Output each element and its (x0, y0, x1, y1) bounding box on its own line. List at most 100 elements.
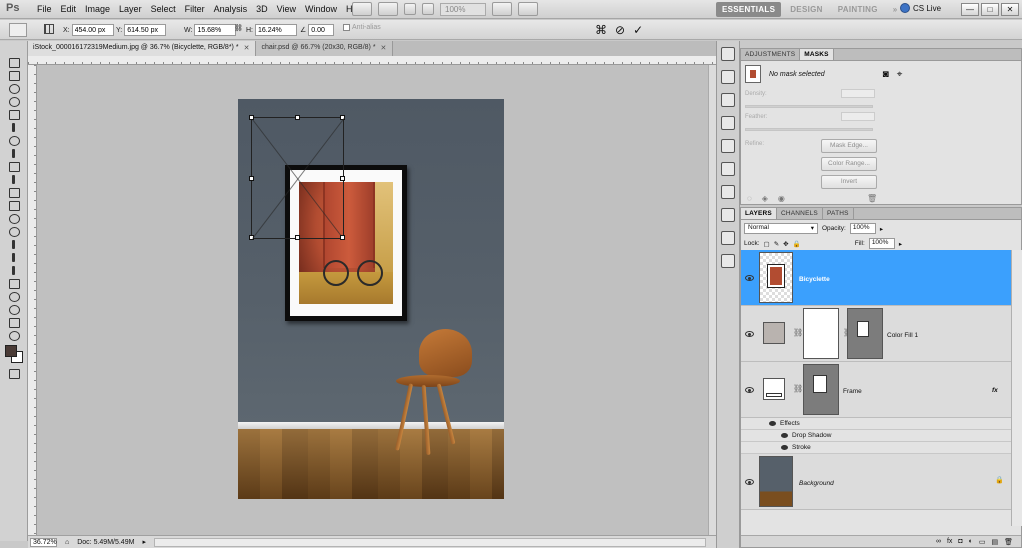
visibility-eye-icon[interactable] (745, 479, 754, 485)
zoom-level-field[interactable]: 100% (440, 2, 486, 16)
menu-edit[interactable]: Edit (57, 0, 82, 19)
mask-edge-button[interactable]: Mask Edge... (821, 139, 877, 153)
layer-fx-badge[interactable]: fx (992, 387, 998, 394)
move-icon[interactable] (7, 56, 21, 68)
screen-mode-icon[interactable] (518, 2, 538, 16)
history-brush-icon[interactable] (7, 173, 21, 185)
invert-button[interactable]: Invert (821, 175, 877, 189)
horizontal-ruler[interactable] (28, 56, 716, 65)
view-extras-icon[interactable] (378, 2, 398, 16)
feather-value[interactable] (841, 112, 875, 121)
hand-tool-icon[interactable] (404, 3, 416, 15)
layer-name[interactable]: Frame (843, 388, 862, 395)
transform-handle[interactable] (340, 176, 345, 181)
3d-orbit-icon[interactable] (7, 303, 21, 315)
tab-paths[interactable]: PATHS (823, 208, 854, 219)
cancel-transform-button[interactable]: ⊘ (615, 23, 625, 37)
menu-select[interactable]: Select (147, 0, 181, 19)
effect-eye-icon[interactable] (769, 421, 776, 426)
status-arrow-icon[interactable]: ▸ (142, 538, 146, 546)
layer-color-fill[interactable]: ⛓ ⛓ Color Fill 1 (741, 306, 1011, 362)
doc-tab-chair[interactable]: chair.psd @ 66.7% (20x30, RGB/8) * ✕ (256, 41, 394, 56)
status-zoom-field[interactable]: 36.72% (30, 537, 57, 547)
warp-icon[interactable]: ⌘ (595, 23, 607, 37)
stroke-row[interactable]: Stroke (741, 442, 1011, 454)
tab-channels[interactable]: CHANNELS (777, 208, 823, 219)
blend-mode-select[interactable]: Normal ▾ (744, 223, 818, 234)
launch-bridge-icon[interactable] (352, 2, 372, 16)
status-info-icon[interactable]: ⌂ (65, 539, 69, 546)
3d-rotate-icon[interactable] (7, 290, 21, 302)
apply-mask-icon[interactable]: ◈ (762, 194, 768, 203)
clone-source-panel-icon[interactable] (721, 208, 735, 222)
angle-input[interactable] (308, 24, 335, 36)
add-style-icon[interactable]: fx (947, 538, 952, 545)
tab-adjustments[interactable]: ADJUSTMENTS (741, 49, 801, 60)
menu-image[interactable]: Image (81, 0, 115, 19)
color-range-button[interactable]: Color Range... (821, 157, 877, 171)
clone-stamp-icon[interactable] (7, 160, 21, 172)
transform-handle[interactable] (340, 235, 345, 240)
workspace-essentials[interactable]: ESSENTIALS (716, 2, 782, 17)
menu-view[interactable]: View (273, 0, 301, 19)
vertical-ruler[interactable] (28, 65, 37, 535)
add-mask-icon[interactable]: ◘ (958, 538, 962, 545)
layer-name[interactable]: Color Fill 1 (887, 332, 918, 339)
path-select-icon[interactable] (7, 264, 21, 276)
rectangle-icon[interactable] (7, 277, 21, 289)
lasso-icon[interactable] (7, 82, 21, 94)
reference-point-icon[interactable] (44, 24, 54, 34)
minimize-button[interactable]: — (961, 3, 979, 16)
quick-select-icon[interactable] (7, 95, 21, 107)
height-input[interactable] (255, 24, 297, 36)
zoom-icon[interactable] (7, 329, 21, 341)
close-tab-icon[interactable]: ✕ (381, 44, 387, 56)
swatches-panel-icon[interactable] (721, 162, 735, 176)
layer-frame[interactable]: ⛓ Frame fx (741, 362, 1011, 418)
opacity-input[interactable]: 100% (849, 223, 876, 234)
document-image[interactable] (238, 99, 504, 499)
dodge-icon[interactable] (7, 225, 21, 237)
density-value[interactable] (841, 89, 875, 98)
workspace-design[interactable]: DESIGN (784, 2, 828, 17)
drop-shadow-row[interactable]: Drop Shadow (741, 430, 1011, 442)
y-position-input[interactable] (124, 24, 167, 36)
doc-tab-istock[interactable]: iStock_000016172319Medium.jpg @ 36.7% (B… (28, 41, 257, 56)
menu-layer[interactable]: Layer (115, 0, 147, 19)
effects-row[interactable]: Effects (741, 418, 1011, 430)
layer-background[interactable]: Background 🔒 (741, 454, 1011, 510)
maximize-button[interactable]: □ (981, 3, 999, 16)
blur-icon[interactable] (7, 212, 21, 224)
vertical-scrollbar[interactable] (708, 65, 716, 535)
arrange-documents-icon[interactable] (492, 2, 512, 16)
antialias-checkbox[interactable] (343, 24, 350, 31)
tab-layers[interactable]: LAYERS (741, 208, 777, 219)
menu-file[interactable]: File (33, 0, 57, 19)
layers-scrollbar[interactable] (1011, 250, 1022, 526)
marquee-icon[interactable] (7, 69, 21, 81)
close-tab-icon[interactable]: ✕ (244, 44, 250, 56)
foreground-color-swatch[interactable] (5, 345, 17, 357)
gradient-icon[interactable] (7, 199, 21, 211)
link-layers-icon[interactable]: ∞ (936, 538, 941, 545)
close-button[interactable]: ✕ (1001, 3, 1019, 16)
brush-icon[interactable] (7, 147, 21, 159)
tab-masks[interactable]: MASKS (800, 49, 834, 60)
type-icon[interactable] (7, 251, 21, 263)
opacity-arrow-icon[interactable]: ▸ (880, 225, 883, 233)
quick-mask-icon[interactable] (7, 367, 21, 379)
layer-bicyclette[interactable]: Bicyclette (741, 250, 1011, 306)
effect-eye-icon[interactable] (781, 445, 788, 450)
commit-transform-button[interactable]: ✓ (633, 23, 643, 37)
adjustment-layer-icon[interactable]: ◐ (969, 538, 973, 545)
actions-panel-icon[interactable] (721, 93, 735, 107)
transform-handle[interactable] (249, 235, 254, 240)
pen-icon[interactable] (7, 238, 21, 250)
cs-live[interactable]: CS Live (900, 3, 941, 13)
menu-analysis[interactable]: Analysis (210, 0, 253, 19)
disable-mask-icon[interactable]: ◉ (778, 194, 785, 203)
new-layer-icon[interactable]: ▤ (991, 538, 998, 546)
history-panel-icon[interactable] (721, 47, 735, 61)
lock-pixels-icon[interactable]: ✎ (774, 240, 779, 248)
delete-mask-icon[interactable]: 🗑 (867, 194, 877, 203)
